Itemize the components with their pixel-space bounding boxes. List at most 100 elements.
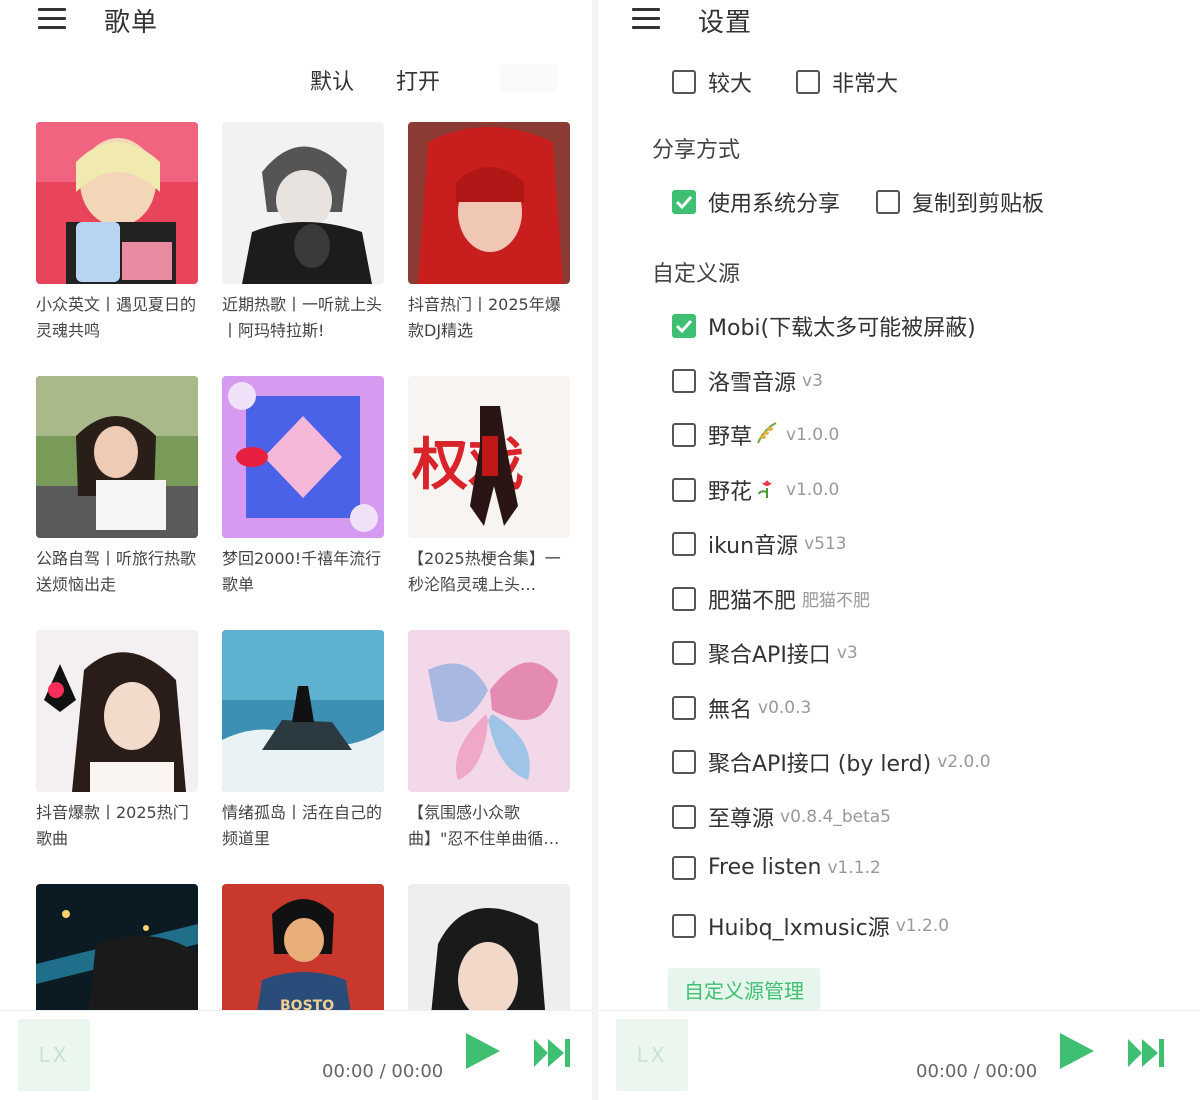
playlist-cover — [408, 122, 570, 284]
playlist-title: 情绪孤岛丨活在自己的频道里 — [222, 803, 383, 848]
checkbox[interactable] — [672, 586, 696, 611]
player-time: 00:00 / 00:00 — [322, 1061, 444, 1082]
source-name: 聚合API接口 (by lerd) — [708, 752, 932, 777]
playlist-title: 【2025热梗合集】一秒沦陷灵魂上头… — [408, 549, 561, 594]
checkbox[interactable] — [672, 314, 696, 338]
playlist-cover — [408, 630, 570, 792]
play-icon[interactable] — [1056, 1031, 1096, 1071]
source-name: Huibq_lxmusic源 — [708, 915, 890, 941]
playlist-card[interactable]: 情绪孤岛丨活在自己的频道里 — [222, 630, 384, 852]
custom-source-option[interactable]: 洛雪音源 v3 — [672, 365, 823, 397]
source-name: ikun音源 — [708, 534, 799, 559]
playlist-title: 公路自驾丨听旅行热歌送烦恼出走 — [36, 549, 197, 594]
custom-source-manage-button[interactable]: 自定义源管理 — [668, 968, 820, 1010]
checkbox[interactable] — [672, 190, 696, 214]
font-size-xlarge-option[interactable]: 非常大 — [796, 66, 898, 98]
checkbox[interactable] — [876, 190, 900, 214]
checkbox[interactable] — [672, 532, 696, 556]
checkbox-label: 复制到剪贴板 — [912, 192, 1045, 217]
custom-source-option[interactable]: 至尊源 v0.8.4_beta5 — [672, 801, 891, 833]
sort-placeholder — [500, 64, 558, 92]
playlist-card[interactable]: 公路自驾丨听旅行热歌送烦恼出走 — [36, 376, 198, 598]
checkbox[interactable] — [672, 641, 696, 665]
playlist-card[interactable]: 近期热歌丨一听就上头丨阿玛特拉斯! — [222, 122, 384, 344]
player-logo[interactable]: LX — [616, 1019, 688, 1091]
checkbox[interactable] — [672, 423, 696, 447]
tulip-icon — [754, 476, 780, 504]
playlist-card[interactable]: 小众英文丨遇见夏日的灵魂共鸣 — [36, 122, 198, 344]
source-name: Free listen — [708, 855, 822, 880]
custom-source-option[interactable]: Mobi(下载太多可能被屏蔽) — [672, 310, 976, 342]
source-name: 至尊源 — [708, 806, 775, 832]
checkbox[interactable] — [672, 70, 696, 94]
top-bar: 歌单 — [0, 0, 592, 42]
playlist-title: 梦回2000!千禧年流行歌单 — [222, 549, 382, 594]
source-name: 洛雪音源 — [708, 370, 797, 396]
playlist-card[interactable]: 抖音爆款丨2025热门歌曲 — [36, 630, 198, 852]
menu-icon[interactable] — [38, 8, 66, 30]
sort-row: 默认 打开 — [0, 64, 592, 98]
source-version: v1.0.0 — [786, 479, 840, 500]
source-version: v0.8.4_beta5 — [780, 806, 891, 827]
playlist-title: 抖音爆款丨2025热门歌曲 — [36, 803, 189, 848]
source-name: 聚合API接口 — [708, 643, 831, 668]
source-version: v1.0.0 — [786, 425, 840, 445]
source-version: 肥猫不肥 — [802, 591, 871, 611]
share-clipboard-option[interactable]: 复制到剪贴板 — [876, 186, 1044, 218]
menu-icon[interactable] — [632, 8, 660, 30]
checkbox[interactable] — [672, 477, 696, 502]
play-icon[interactable] — [462, 1031, 502, 1071]
custom-source-option[interactable]: 野草 v1.0.0 — [672, 419, 839, 451]
playlist-card[interactable]: 权戏 【2025热梗合集】一秒沦陷灵魂上头… — [408, 376, 570, 598]
checkbox-label: 非常大 — [832, 72, 899, 97]
playlist-title: 抖音热门丨2025年爆款DJ精选 — [408, 295, 561, 340]
custom-source-option[interactable]: 野花 v1.0.0 — [672, 474, 839, 506]
source-name: 野花 — [708, 479, 753, 505]
font-size-large-option[interactable]: 较大 — [672, 66, 752, 98]
checkbox-label: 较大 — [708, 72, 753, 97]
next-icon[interactable] — [1126, 1037, 1166, 1069]
custom-source-option[interactable]: 無名 v0.0.3 — [672, 692, 811, 724]
playlist-cover — [222, 122, 384, 284]
source-version: v0.0.3 — [758, 697, 812, 718]
source-name: Mobi(下载太多可能被屏蔽) — [708, 316, 976, 341]
checkbox[interactable] — [796, 70, 820, 94]
playlist-card[interactable]: 抖音热门丨2025年爆款DJ精选 — [408, 122, 570, 344]
source-version: v1.1.2 — [827, 857, 881, 878]
checkbox[interactable] — [672, 804, 696, 829]
playlist-title: 近期热歌丨一听就上头丨阿玛特拉斯! — [222, 295, 383, 340]
custom-source-option[interactable]: 肥猫不肥 肥猫不肥 — [672, 583, 870, 615]
sort-open-button[interactable]: 打开 — [396, 64, 440, 96]
checkbox[interactable] — [672, 368, 696, 393]
sort-default-button[interactable]: 默认 — [310, 64, 354, 96]
checkbox-label: 使用系统分享 — [708, 192, 841, 217]
source-name: 肥猫不肥 — [708, 588, 797, 614]
custom-source-option[interactable]: 聚合API接口 v3 — [672, 637, 858, 669]
custom-source-option[interactable]: 聚合API接口 (by lerd) v2.0.0 — [672, 746, 991, 778]
checkmark-icon — [675, 319, 693, 333]
playlist-card[interactable]: 【氛围感小众歌曲】"忍不住单曲循… — [408, 630, 570, 852]
checkbox[interactable] — [672, 855, 696, 880]
checkbox[interactable] — [672, 913, 696, 938]
share-system-option[interactable]: 使用系统分享 — [672, 186, 840, 218]
playlist-cover — [222, 376, 384, 538]
checkbox[interactable] — [672, 750, 696, 774]
player-logo[interactable]: LX — [18, 1019, 90, 1091]
playlist-cover — [36, 376, 198, 538]
custom-source-option[interactable]: ikun音源 v513 — [672, 528, 847, 560]
settings-panel: 设置 较大 非常大 分享方式 使用系统分享 复制到剪贴板 自定义源 Mobi(下… — [598, 0, 1200, 1100]
next-icon[interactable] — [532, 1037, 572, 1069]
player-bar: LX 00:00 / 00:00 — [598, 1010, 1200, 1100]
page-title: 歌单 — [104, 8, 159, 38]
playlist-title: 小众英文丨遇见夏日的灵魂共鸣 — [36, 295, 197, 340]
custom-source-option[interactable]: Free listen v1.1.2 — [672, 855, 881, 880]
page-title: 设置 — [698, 8, 753, 38]
checkbox[interactable] — [672, 695, 696, 720]
source-version: v3 — [836, 643, 858, 663]
custom-source-option[interactable]: Huibq_lxmusic源 v1.2.0 — [672, 910, 949, 942]
playlist-card[interactable]: 梦回2000!千禧年流行歌单 — [222, 376, 384, 598]
source-version: v513 — [804, 534, 847, 554]
playlist-cover — [36, 630, 198, 792]
top-bar: 设置 — [598, 0, 1200, 42]
player-bar: LX 00:00 / 00:00 — [0, 1010, 592, 1100]
